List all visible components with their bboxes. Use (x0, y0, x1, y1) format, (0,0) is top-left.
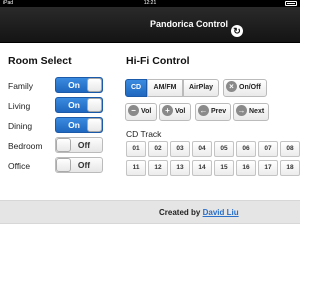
toggle-state: Off (77, 160, 91, 170)
arrow-right-icon: → (236, 105, 247, 117)
arrow-left-icon: ← (198, 105, 209, 117)
toggle-state: On (68, 100, 80, 110)
hifi-heading: Hi-Fi Control (126, 55, 190, 67)
power-button-label: On/Off (239, 84, 261, 91)
track-button[interactable]: 03 (170, 141, 190, 157)
track-button[interactable]: 12 (148, 160, 168, 176)
track-button[interactable]: 08 (280, 141, 300, 157)
track-button[interactable]: 16 (236, 160, 256, 176)
prev-button[interactable]: ← Prev (195, 103, 231, 121)
footer-credit: Created by David Liu (159, 208, 239, 217)
page-title: Pandorica Control (150, 19, 229, 29)
plus-icon: + (162, 105, 173, 117)
close-icon: × (226, 81, 237, 93)
toggle-living[interactable]: On (55, 97, 103, 113)
next-label: Next (249, 108, 265, 115)
power-button[interactable]: × On/Off (223, 79, 267, 97)
status-bar: iPad 12:21 (0, 0, 300, 7)
room-label-dining: Dining (8, 121, 33, 131)
toggle-state: On (68, 80, 80, 90)
toggle-state: Off (77, 140, 91, 150)
source-amfm-button[interactable]: AM/FM (147, 79, 183, 97)
volume-down-label: Vol (141, 108, 152, 115)
toggle-bedroom[interactable]: Off (55, 137, 103, 153)
volume-up-label: Vol (175, 108, 186, 115)
track-button[interactable]: 15 (214, 160, 234, 176)
track-button[interactable]: 17 (258, 160, 278, 176)
track-button[interactable]: 05 (214, 141, 234, 157)
refresh-icon[interactable]: ↻ (231, 25, 243, 37)
track-button[interactable]: 11 (126, 160, 146, 176)
source-cd-button[interactable]: CD (125, 79, 147, 97)
room-label-office: Office (8, 161, 31, 171)
room-select-heading: Room Select (8, 55, 72, 67)
cd-track-label: CD Track (126, 129, 162, 139)
prev-label: Prev (211, 108, 227, 115)
toggle-knob (87, 98, 102, 112)
toggle-dining[interactable]: On (55, 117, 103, 133)
room-label-bedroom: Bedroom (8, 141, 43, 151)
volume-down-button[interactable]: − Vol (125, 103, 157, 121)
toggle-knob (87, 118, 102, 132)
track-button[interactable]: 06 (236, 141, 256, 157)
nav-bar: Pandorica Control ↻ (0, 7, 300, 43)
track-button[interactable]: 02 (148, 141, 168, 157)
track-button[interactable]: 07 (258, 141, 278, 157)
toggle-knob (87, 78, 102, 92)
footer-prefix: Created by (159, 208, 201, 217)
track-button[interactable]: 18 (280, 160, 300, 176)
footer: Created by David Liu (0, 200, 300, 224)
status-time: 12:21 (143, 0, 157, 6)
toggle-state: On (68, 120, 80, 130)
track-button[interactable]: 14 (192, 160, 212, 176)
battery-icon (285, 1, 297, 6)
track-button[interactable]: 04 (192, 141, 212, 157)
next-button[interactable]: → Next (233, 103, 269, 121)
minus-icon: − (128, 105, 139, 117)
toggle-family[interactable]: On (55, 77, 103, 93)
toggle-office[interactable]: Off (55, 157, 103, 173)
source-airplay-button[interactable]: AirPlay (183, 79, 219, 97)
volume-up-button[interactable]: + Vol (159, 103, 191, 121)
track-button[interactable]: 13 (170, 160, 190, 176)
author-link[interactable]: David Liu (203, 208, 239, 217)
room-label-family: Family (8, 81, 34, 91)
track-button[interactable]: 01 (126, 141, 146, 157)
room-label-living: Living (8, 101, 31, 111)
